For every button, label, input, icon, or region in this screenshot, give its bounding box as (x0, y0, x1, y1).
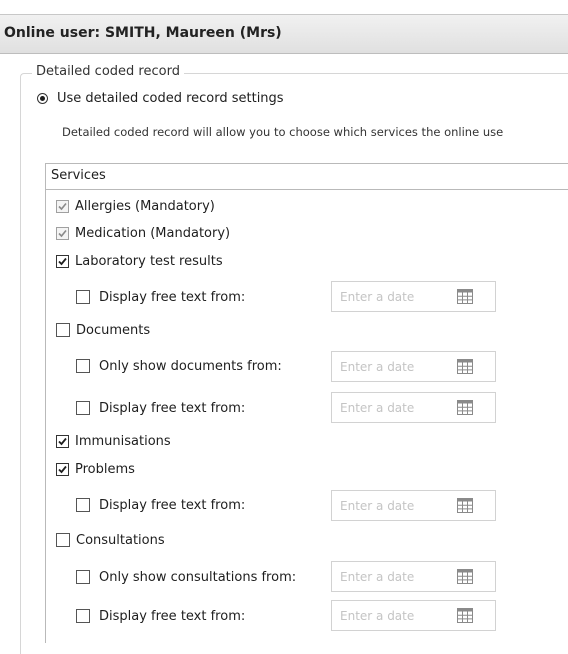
group-label: Detailed coded record (32, 64, 184, 79)
service-label: Consultations (76, 532, 165, 548)
window-titlebar: Online user: SMITH, Maureen (Mrs) (0, 14, 568, 54)
checkmark-icon (58, 437, 67, 445)
checkbox-problems[interactable] (56, 462, 69, 476)
checkbox-consultations[interactable] (56, 533, 70, 547)
option-label: Display free text from: (99, 289, 246, 305)
service-label: Medication (Mandatory) (75, 225, 231, 241)
checkmark-icon (58, 202, 67, 210)
services-header: Services (46, 164, 568, 190)
date-placeholder: Enter a date (340, 290, 415, 304)
date-placeholder: Enter a date (340, 609, 415, 623)
option-label: Only show documents from: (99, 358, 282, 374)
window-title: Online user: SMITH, Maureen (Mrs) (4, 25, 282, 41)
problems-free-text-option[interactable]: Display free text from: (76, 496, 245, 514)
calendar-icon[interactable] (457, 289, 473, 304)
checkbox-medication (56, 226, 69, 240)
consultations-only-show-option[interactable]: Only show consultations from: (76, 568, 296, 586)
service-laboratory-test-results[interactable]: Laboratory test results (56, 252, 223, 270)
checkbox-problems-free-text[interactable] (76, 498, 90, 512)
checkbox-documents-only-show[interactable] (76, 359, 90, 373)
checkbox-lab-free-text[interactable] (76, 290, 90, 304)
checkbox-immunisations[interactable] (56, 434, 69, 448)
radio-button-selected[interactable] (37, 92, 48, 104)
service-label: Immunisations (75, 433, 171, 449)
date-placeholder: Enter a date (340, 360, 415, 374)
service-label: Allergies (Mandatory) (75, 198, 215, 214)
checkmark-icon (58, 257, 67, 265)
service-documents[interactable]: Documents (56, 321, 150, 339)
consultations-only-show-date-input[interactable]: Enter a date (331, 561, 496, 592)
service-immunisations[interactable]: Immunisations (56, 432, 171, 450)
description-text: Detailed coded record will allow you to … (62, 125, 504, 139)
option-label: Display free text from: (99, 497, 246, 513)
checkmark-icon (58, 465, 67, 473)
consultations-free-text-date-input[interactable]: Enter a date (331, 600, 496, 631)
lab-free-text-date-input[interactable]: Enter a date (331, 281, 496, 312)
option-label: Display free text from: (99, 608, 246, 624)
calendar-icon[interactable] (457, 498, 473, 513)
problems-free-text-date-input[interactable]: Enter a date (331, 490, 496, 521)
use-detailed-settings-option[interactable]: Use detailed coded record settings (37, 89, 284, 107)
checkmark-icon (58, 229, 67, 237)
checkbox-consultations-only-show[interactable] (76, 570, 90, 584)
date-placeholder: Enter a date (340, 499, 415, 513)
documents-only-show-option[interactable]: Only show documents from: (76, 357, 282, 375)
date-placeholder: Enter a date (340, 401, 415, 415)
calendar-icon[interactable] (457, 569, 473, 584)
calendar-icon[interactable] (457, 400, 473, 415)
checkbox-laboratory[interactable] (56, 254, 69, 268)
date-placeholder: Enter a date (340, 570, 415, 584)
option-label: Display free text from: (99, 400, 246, 416)
checkbox-consultations-free-text[interactable] (76, 609, 90, 623)
radio-label: Use detailed coded record settings (57, 90, 284, 106)
calendar-icon[interactable] (457, 359, 473, 374)
documents-free-text-option[interactable]: Display free text from: (76, 399, 245, 417)
services-header-label: Services (51, 168, 106, 183)
checkbox-documents-free-text[interactable] (76, 401, 90, 415)
service-label: Documents (76, 322, 151, 338)
service-label: Laboratory test results (75, 253, 223, 269)
checkbox-allergies (56, 199, 69, 213)
documents-free-text-date-input[interactable]: Enter a date (331, 392, 496, 423)
service-allergies: Allergies (Mandatory) (56, 197, 215, 215)
consultations-free-text-option[interactable]: Display free text from: (76, 607, 245, 625)
service-label: Problems (75, 461, 135, 477)
checkbox-documents[interactable] (56, 323, 70, 337)
service-problems[interactable]: Problems (56, 460, 135, 478)
service-consultations[interactable]: Consultations (56, 531, 165, 549)
calendar-icon[interactable] (457, 608, 473, 623)
service-medication: Medication (Mandatory) (56, 224, 230, 242)
documents-only-show-date-input[interactable]: Enter a date (331, 351, 496, 382)
option-label: Only show consultations from: (99, 569, 297, 585)
lab-free-text-option[interactable]: Display free text from: (76, 288, 245, 306)
